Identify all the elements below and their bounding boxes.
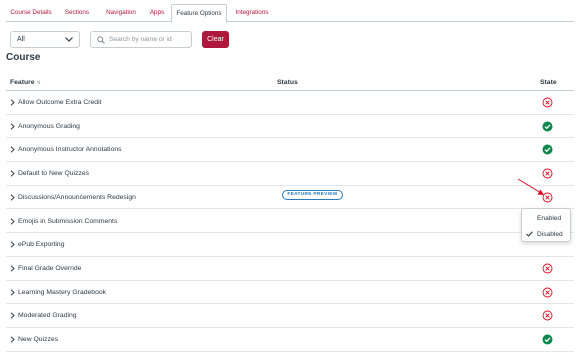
chevron-right-icon[interactable] xyxy=(10,123,15,130)
clear-button[interactable]: Clear xyxy=(202,31,229,48)
column-header-feature-label: Feature xyxy=(10,79,35,86)
feature-name: Default to New Quizzes xyxy=(18,170,90,178)
filter-select[interactable]: All xyxy=(10,31,80,48)
feature-preview-badge: FEATURE PREVIEW xyxy=(282,190,343,200)
chevron-right-icon[interactable] xyxy=(10,336,15,343)
chevron-right-icon[interactable] xyxy=(10,170,15,177)
feature-name: Moderated Grading xyxy=(18,312,77,320)
chevron-right-icon[interactable] xyxy=(10,312,15,319)
table-row[interactable]: Allow Outcome Extra Credit xyxy=(6,91,574,115)
search-input[interactable]: Search by name or id xyxy=(90,31,192,48)
feature-name: ePub Exporting xyxy=(18,241,65,249)
settings-tabs: Course Details Sections Navigation Apps … xyxy=(6,4,574,23)
feature-name: New Quizzes xyxy=(18,336,59,343)
check-circle-icon[interactable] xyxy=(542,121,553,132)
column-header-feature[interactable]: Feature ⇅ xyxy=(10,79,41,86)
tab-sections[interactable]: Sections xyxy=(58,4,96,22)
table-row[interactable]: Moderated Grading xyxy=(6,304,574,328)
check-icon xyxy=(526,231,533,237)
feature-name: Final Grade Override xyxy=(18,264,82,272)
menu-item-enabled-label: Enabled xyxy=(537,215,562,222)
x-circle-icon[interactable] xyxy=(542,310,553,321)
chevron-right-icon[interactable] xyxy=(10,146,15,153)
feature-name: Learning Mastery Gradebook xyxy=(18,288,107,296)
section-title: Course xyxy=(6,52,41,63)
x-circle-icon[interactable] xyxy=(542,97,553,108)
menu-item-disabled-label: Disabled xyxy=(537,231,563,238)
chevron-right-icon[interactable] xyxy=(10,289,15,296)
chevron-right-icon[interactable] xyxy=(10,99,15,106)
table-row[interactable]: Final Grade Override xyxy=(6,257,574,281)
table-row[interactable]: ePub Exporting xyxy=(6,233,574,257)
feature-name: Allow Outcome Extra Credit xyxy=(18,99,102,106)
feature-name: Discussions/Announcements Redesign xyxy=(18,193,136,201)
search-icon xyxy=(97,36,105,44)
tab-navigation[interactable]: Navigation xyxy=(98,4,144,22)
x-circle-icon[interactable] xyxy=(542,168,553,179)
x-circle-icon[interactable] xyxy=(542,263,553,274)
chevron-right-icon[interactable] xyxy=(10,217,15,225)
tab-integrations[interactable]: Integrations xyxy=(227,4,277,22)
x-circle-icon[interactable] xyxy=(542,287,553,298)
menu-item-disabled[interactable]: Disabled xyxy=(522,227,570,242)
feature-name: Anonymous Instructor Annotations xyxy=(18,146,122,154)
table-row[interactable]: New Quizzes xyxy=(6,328,574,352)
table-row[interactable]: Default to New Quizzes xyxy=(6,162,574,186)
chevron-right-icon[interactable] xyxy=(10,194,15,201)
x-circle-icon[interactable] xyxy=(542,192,553,203)
search-placeholder: Search by name or id xyxy=(109,36,172,43)
column-header-status: Status xyxy=(277,79,298,86)
column-header-state: State xyxy=(540,79,557,86)
check-circle-icon[interactable] xyxy=(542,334,553,345)
table-row[interactable]: Learning Mastery Gradebook xyxy=(6,281,574,305)
tab-feature-options[interactable]: Feature Options xyxy=(171,4,227,23)
table-row[interactable]: Anonymous Instructor Annotations xyxy=(6,138,574,163)
chevron-right-icon[interactable] xyxy=(10,241,15,248)
feature-name: Emojis in Submission Comments xyxy=(18,217,118,225)
filter-select-value: All xyxy=(17,36,25,43)
check-circle-icon[interactable] xyxy=(542,144,553,155)
sort-icon: ⇅ xyxy=(36,80,41,86)
feature-name: Anonymous Grading xyxy=(18,122,80,130)
tab-course-details[interactable]: Course Details xyxy=(6,4,56,22)
chevron-down-icon xyxy=(65,37,73,42)
table-row[interactable]: Anonymous Grading xyxy=(6,115,574,139)
table-row[interactable]: Emojis in Submission Comments xyxy=(6,210,574,234)
menu-item-enabled[interactable]: Enabled xyxy=(522,211,570,226)
tab-apps[interactable]: Apps xyxy=(144,4,170,22)
chevron-right-icon[interactable] xyxy=(10,265,15,272)
state-dropdown-menu: Enabled Disabled xyxy=(521,208,571,242)
